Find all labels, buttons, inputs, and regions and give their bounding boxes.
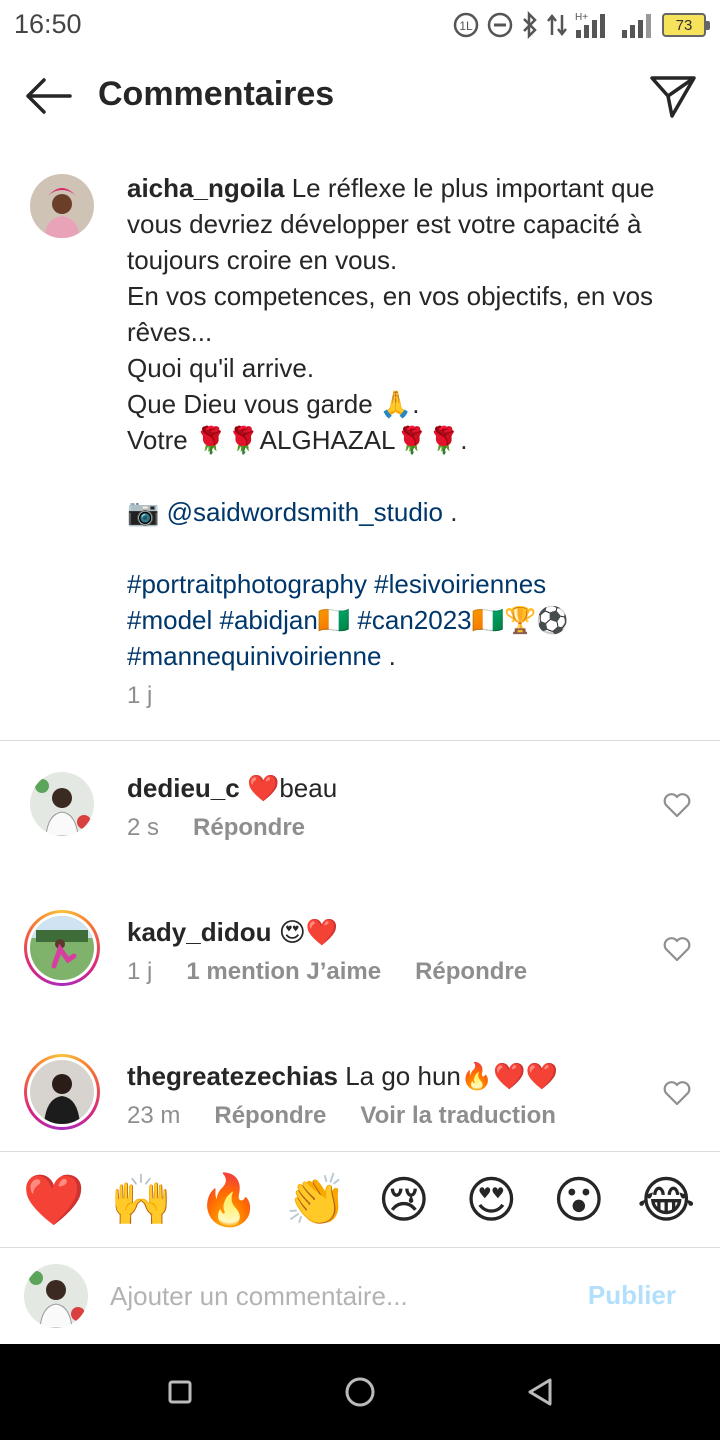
signal-h-plus-icon: H+ bbox=[574, 10, 614, 40]
comment-username[interactable]: thegreatezechias bbox=[127, 1061, 338, 1091]
caption-mention[interactable]: @saidwordsmith_studio bbox=[167, 497, 443, 527]
caption-line: Que Dieu vous garde 🙏. bbox=[127, 389, 420, 419]
battery-icon: 73 bbox=[662, 13, 710, 37]
comment-text: dedieu_c ❤️beau bbox=[127, 770, 337, 806]
translate-button[interactable]: Voir la traduction bbox=[360, 1102, 556, 1130]
reply-button[interactable]: Répondre bbox=[193, 814, 305, 842]
hashtag-line[interactable]: #mannequinivoirienne bbox=[127, 641, 381, 671]
comment-body: ❤️beau bbox=[239, 773, 338, 803]
avatar[interactable] bbox=[30, 1060, 94, 1124]
comment-text: kady_didou 😍❤️ bbox=[127, 914, 338, 950]
comment-input[interactable] bbox=[110, 1276, 560, 1316]
recents-button[interactable] bbox=[162, 1374, 198, 1410]
bluetooth-icon bbox=[520, 11, 540, 39]
comment-body: La go hun🔥❤️❤️ bbox=[337, 1061, 558, 1091]
caption-line: En vos competences, en vos objectifs, en… bbox=[127, 281, 654, 347]
comment-meta: 2 s Répondre bbox=[127, 814, 305, 842]
comment-timestamp: 23 m bbox=[127, 1102, 181, 1129]
emoji-red-heart[interactable]: ❤️ bbox=[19, 1165, 89, 1235]
page-title: Commentaires bbox=[98, 75, 335, 113]
comment-meta: 1 j 1 mention J’aime Répondre bbox=[127, 958, 527, 986]
caption-line: Quoi qu'il arrive. bbox=[127, 353, 315, 383]
comment-body: 😍❤️ bbox=[271, 917, 339, 947]
divider bbox=[0, 740, 720, 741]
back-nav-button[interactable] bbox=[522, 1374, 558, 1410]
home-button[interactable] bbox=[342, 1374, 378, 1410]
likes-count[interactable]: 1 mention J’aime bbox=[186, 958, 381, 986]
like-button[interactable] bbox=[662, 1078, 692, 1108]
comment-meta: 23 m Répondre Voir la traduction bbox=[127, 1102, 556, 1130]
hashtag-suffix: . bbox=[381, 641, 396, 671]
flag-emoji: 🇨🇮 bbox=[471, 605, 505, 635]
do-not-disturb-icon bbox=[486, 11, 514, 39]
avatar[interactable] bbox=[24, 1264, 88, 1328]
add-comment-bar: Publier bbox=[0, 1248, 720, 1344]
emoji-raising-hands[interactable]: 🙌 bbox=[106, 1165, 176, 1235]
comment-item: dedieu_c ❤️beau 2 s Répondre bbox=[0, 772, 720, 902]
comment-text: thegreatezechias La go hun🔥❤️❤️ bbox=[127, 1058, 558, 1094]
publish-button[interactable]: Publier bbox=[588, 1280, 676, 1311]
status-time: 16:50 bbox=[14, 9, 82, 39]
header: Commentaires bbox=[0, 60, 720, 134]
caption-timestamp: 1 j bbox=[127, 682, 153, 709]
heart-outline-icon bbox=[663, 937, 691, 962]
signal-icon bbox=[620, 10, 656, 40]
like-button[interactable] bbox=[662, 934, 692, 964]
share-button[interactable] bbox=[648, 72, 698, 122]
comment-username[interactable]: dedieu_c bbox=[127, 773, 240, 803]
data-transfer-icon bbox=[546, 11, 568, 39]
mention-suffix: . bbox=[443, 497, 458, 527]
circle-icon bbox=[345, 1377, 375, 1407]
heart-outline-icon bbox=[663, 1081, 691, 1106]
caption-text: aicha_ngoila Le réflexe le plus importan… bbox=[127, 170, 697, 674]
arrow-left-icon bbox=[26, 78, 72, 114]
caption-line: Votre 🌹🌹ALGHAZAL🌹🌹. bbox=[127, 425, 468, 455]
square-icon bbox=[168, 1380, 192, 1404]
flag-emoji: 🇨🇮 bbox=[317, 605, 351, 635]
triangle-back-icon bbox=[528, 1378, 552, 1406]
avatar[interactable] bbox=[30, 916, 94, 980]
svg-text:H+: H+ bbox=[575, 12, 588, 23]
story-ring[interactable] bbox=[24, 910, 100, 986]
camera-emoji: 📷 bbox=[127, 497, 160, 527]
status-bar: 16:50 1L H+ 73 bbox=[0, 0, 720, 50]
data-saver-icon: 1L bbox=[452, 11, 480, 39]
system-nav-bar bbox=[0, 1344, 720, 1440]
emoji-heart-eyes[interactable]: 😍 bbox=[456, 1165, 526, 1235]
avatar[interactable] bbox=[30, 772, 94, 836]
comment-timestamp: 1 j bbox=[127, 958, 153, 985]
heart-outline-icon bbox=[663, 793, 691, 818]
like-button[interactable] bbox=[662, 790, 692, 820]
emoji-surprised-face[interactable]: 😮 bbox=[544, 1165, 614, 1235]
hashtag-line[interactable]: #model #abidjan bbox=[127, 605, 318, 635]
trophy-ball-emoji: 🏆⚽ bbox=[504, 605, 569, 635]
battery-level: 73 bbox=[675, 16, 693, 34]
hashtag-line[interactable]: #portraitphotography #lesivoiriennes bbox=[127, 569, 546, 599]
emoji-fire[interactable]: 🔥 bbox=[194, 1165, 264, 1235]
comment-timestamp: 2 s bbox=[127, 814, 160, 841]
back-button[interactable] bbox=[20, 74, 76, 118]
status-icons: 1L H+ 73 bbox=[452, 8, 710, 42]
emoji-crying-face[interactable]: 😢 bbox=[369, 1165, 439, 1235]
reply-button[interactable]: Répondre bbox=[214, 1102, 326, 1130]
svg-text:1L: 1L bbox=[459, 19, 473, 33]
reply-button[interactable]: Répondre bbox=[415, 958, 527, 986]
avatar[interactable] bbox=[30, 174, 94, 238]
emoji-quick-bar: ❤️ 🙌 🔥 👏 😢 😍 😮 😂 bbox=[0, 1152, 720, 1247]
comment-item: kady_didou 😍❤️ 1 j 1 mention J’aime Répo… bbox=[0, 910, 720, 1046]
caption-username[interactable]: aicha_ngoila bbox=[127, 173, 285, 203]
send-icon bbox=[650, 76, 696, 118]
emoji-tears-of-joy[interactable]: 😂 bbox=[631, 1165, 701, 1235]
story-ring[interactable] bbox=[24, 1054, 100, 1130]
hashtag-line[interactable]: #can2023 bbox=[350, 605, 471, 635]
comment-username[interactable]: kady_didou bbox=[127, 917, 271, 947]
emoji-clapping-hands[interactable]: 👏 bbox=[281, 1165, 351, 1235]
post-caption: aicha_ngoila Le réflexe le plus importan… bbox=[0, 160, 720, 740]
